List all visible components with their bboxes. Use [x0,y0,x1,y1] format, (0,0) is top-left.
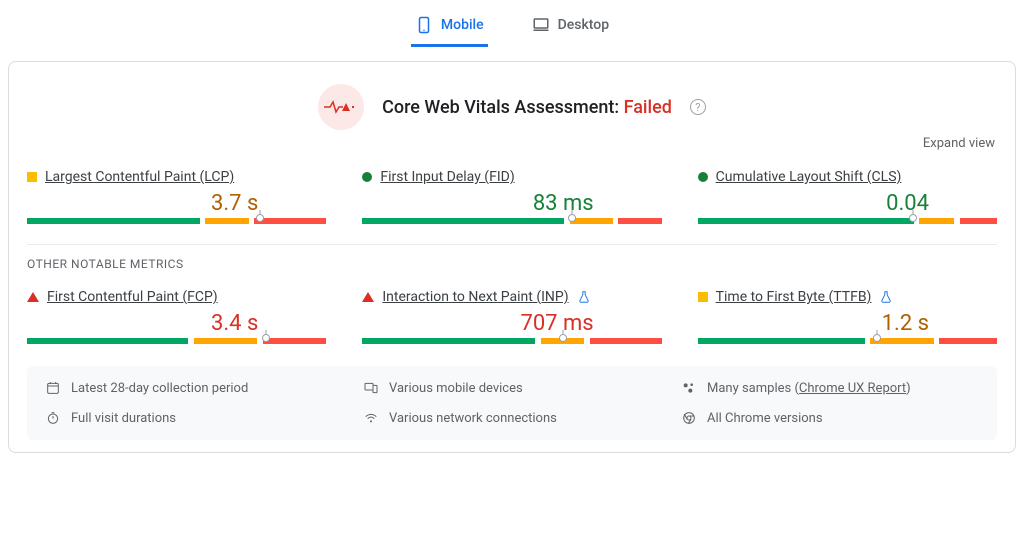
metric-lcp: Largest Contentful Paint (LCP) 3.7 s [27,169,326,224]
chrome-icon [681,410,697,426]
footer-versions-text: All Chrome versions [707,411,823,426]
footer-network: Various network connections [363,410,661,426]
metric-distribution-bar [698,338,997,344]
help-icon[interactable]: ? [690,99,706,115]
status-shape-icon [362,172,372,182]
metric-name-link[interactable]: Cumulative Layout Shift (CLS) [716,169,902,185]
core-vitals-grid: Largest Contentful Paint (LCP) 3.7 s Firs… [27,169,997,224]
tab-desktop-label: Desktop [558,17,609,33]
metric-name-link[interactable]: Interaction to Next Paint (INP) [382,289,568,305]
footer-network-text: Various network connections [389,411,557,426]
metric-ttfb: Time to First Byte (TTFB) 1.2 s [698,289,997,344]
assessment-title: Core Web Vitals Assessment: Failed [382,97,672,118]
metric-name-link[interactable]: First Contentful Paint (FCP) [47,289,218,305]
footer-durations: Full visit durations [45,410,343,426]
tab-desktop[interactable]: Desktop [528,10,613,47]
metric-distribution-bar [362,338,661,344]
metric-value: 0.04 [698,191,997,216]
device-tabs: Mobile Desktop [0,0,1024,47]
metric-inp: Interaction to Next Paint (INP) 707 ms [362,289,661,344]
metric-name-link[interactable]: Time to First Byte (TTFB) [716,289,872,305]
vitals-card: Core Web Vitals Assessment: Failed ? Exp… [8,61,1016,453]
footer-samples: Many samples (Chrome UX Report) [681,380,979,396]
tab-mobile-label: Mobile [441,17,484,33]
assessment-status: Failed [624,97,672,118]
footer-versions: All Chrome versions [681,410,979,426]
status-shape-icon [362,292,374,302]
vitals-pulse-icon [318,84,364,130]
footer-devices-text: Various mobile devices [389,381,523,396]
metric-distribution-bar [362,218,661,224]
tab-mobile[interactable]: Mobile [411,10,488,47]
section-divider [27,244,997,245]
chrome-ux-report-link[interactable]: Chrome UX Report [799,381,906,396]
assessment-row: Core Web Vitals Assessment: Failed ? [27,84,997,130]
samples-icon [681,380,697,396]
stopwatch-icon [45,410,61,426]
status-shape-icon [27,172,37,182]
wifi-icon [363,410,379,426]
desktop-icon [532,16,550,34]
footer-durations-text: Full visit durations [71,411,176,426]
other-metrics-label: OTHER NOTABLE METRICS [27,257,997,271]
metric-value: 83 ms [362,191,661,216]
expand-view-link[interactable]: Expand view [923,136,995,151]
mobile-icon [415,16,433,34]
other-metrics-grid: First Contentful Paint (FCP) 3.4 s Intera… [27,289,997,344]
metric-distribution-bar [27,218,326,224]
metric-distribution-bar [698,218,997,224]
metric-value: 3.7 s [27,191,326,216]
calendar-icon [45,380,61,396]
flask-icon [577,290,591,304]
metric-value: 3.4 s [27,311,326,336]
metric-fcp: First Contentful Paint (FCP) 3.4 s [27,289,326,344]
metric-cls: Cumulative Layout Shift (CLS) 0.04 [698,169,997,224]
status-shape-icon [698,292,708,302]
footer-devices: Various mobile devices [363,380,661,396]
status-shape-icon [27,292,39,302]
status-shape-icon [698,172,708,182]
footer-period-text: Latest 28-day collection period [71,381,248,396]
assessment-prefix: Core Web Vitals Assessment: [382,97,624,118]
metric-value: 1.2 s [698,311,997,336]
footer-samples-text: Many samples (Chrome UX Report) [707,381,911,396]
footer-box: Latest 28-day collection period Various … [27,366,997,440]
devices-icon [363,380,379,396]
footer-period: Latest 28-day collection period [45,380,343,396]
metric-distribution-bar [27,338,326,344]
metric-fid: First Input Delay (FID) 83 ms [362,169,661,224]
metric-value: 707 ms [362,311,661,336]
metric-name-link[interactable]: First Input Delay (FID) [380,169,514,185]
flask-icon [879,290,893,304]
metric-name-link[interactable]: Largest Contentful Paint (LCP) [45,169,234,185]
